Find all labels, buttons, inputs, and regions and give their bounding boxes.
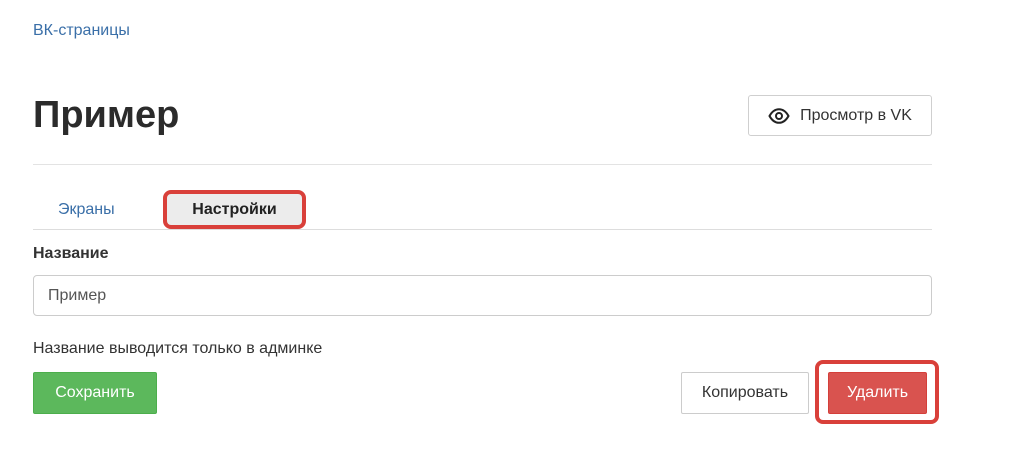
tabs: Экраны Настройки [33,190,932,230]
header-divider [33,164,932,165]
tab-screens[interactable]: Экраны [58,190,115,229]
save-button[interactable]: Сохранить [33,372,157,414]
copy-button[interactable]: Копировать [681,372,809,414]
name-input[interactable] [33,275,932,316]
name-help-text: Название выводится только в админке [33,340,323,357]
view-in-vk-button[interactable]: Просмотр в VK [748,95,932,136]
view-in-vk-label: Просмотр в VK [800,106,912,124]
breadcrumb-link[interactable]: ВК-страницы [33,22,130,40]
name-label: Название [33,245,109,262]
page-title: Пример [33,94,180,136]
page: ВК-страницы Пример Просмотр в VK Экраны … [0,0,1024,475]
delete-button[interactable]: Удалить [828,372,927,414]
tab-settings[interactable]: Настройки [163,190,306,229]
eye-icon [768,107,790,124]
